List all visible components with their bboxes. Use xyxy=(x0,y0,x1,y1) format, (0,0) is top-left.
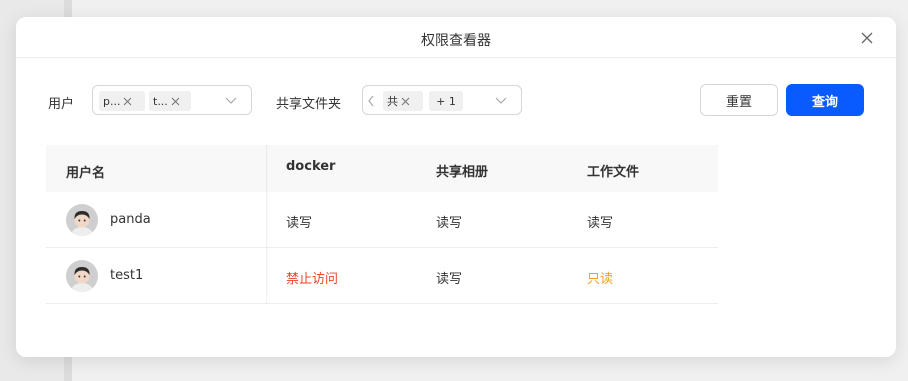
column-header-work-files: 工作文件 xyxy=(587,165,640,180)
user-avatar-icon xyxy=(66,260,98,292)
username: test1 xyxy=(110,268,144,283)
dialog-header: 权限查看器 xyxy=(16,17,896,58)
chevron-left-icon[interactable] xyxy=(367,95,375,107)
chevron-down-icon xyxy=(495,97,507,104)
close-icon xyxy=(401,97,410,105)
tag-remove-button[interactable] xyxy=(401,97,410,106)
close-icon xyxy=(171,97,180,105)
permission-cell: 读写 xyxy=(286,216,313,231)
user-filter-label: 用户 xyxy=(48,97,75,112)
user-tag: t... xyxy=(149,91,191,111)
permission-cell: 读写 xyxy=(436,216,463,231)
column-header-shared-album: 共享相册 xyxy=(436,165,489,180)
avatar xyxy=(66,260,98,292)
user-tag: p... xyxy=(99,91,145,111)
query-button[interactable]: 查询 xyxy=(786,84,864,116)
user-tag-label: t... xyxy=(153,94,168,108)
user-select[interactable]: p... t... xyxy=(92,85,252,115)
close-icon xyxy=(124,97,132,105)
fixed-column-divider xyxy=(266,145,268,303)
tag-remove-button[interactable] xyxy=(171,97,180,106)
dialog-title: 权限查看器 xyxy=(421,33,491,49)
permission-cell-readonly: 只读 xyxy=(587,272,614,287)
reset-button[interactable]: 重置 xyxy=(700,84,778,116)
more-tags-label: + 1 xyxy=(436,94,456,108)
avatar xyxy=(66,204,98,236)
tag-remove-button[interactable] xyxy=(123,97,132,106)
table-row: test1 禁止访问 读写 只读 xyxy=(46,248,718,304)
permission-cell-denied: 禁止访问 xyxy=(286,272,339,287)
table-header: 用户名 docker 共享相册 工作文件 xyxy=(46,145,718,192)
permission-cell: 读写 xyxy=(436,272,463,287)
chevron-down-icon xyxy=(225,97,237,104)
more-tags-badge: + 1 xyxy=(429,91,463,111)
column-header-username: 用户名 xyxy=(66,166,106,181)
table-row: panda 读写 读写 读写 xyxy=(46,192,718,248)
folder-filter-label: 共享文件夹 xyxy=(276,97,342,112)
permission-cell: 读写 xyxy=(587,216,614,231)
username: panda xyxy=(110,212,151,227)
shared-folder-select[interactable]: 共 + 1 xyxy=(362,85,522,115)
permission-viewer-dialog: 权限查看器 用户 p... t... 共享文件夹 共 + 1 重置 查询 用户名… xyxy=(16,17,896,357)
folder-tag-label: 共 xyxy=(387,95,398,108)
column-header-docker: docker xyxy=(286,159,336,174)
user-avatar-icon xyxy=(66,204,98,236)
close-button[interactable] xyxy=(856,27,878,49)
close-icon xyxy=(861,32,873,44)
user-tag-label: p... xyxy=(103,94,121,108)
folder-tag: 共 xyxy=(383,91,423,111)
